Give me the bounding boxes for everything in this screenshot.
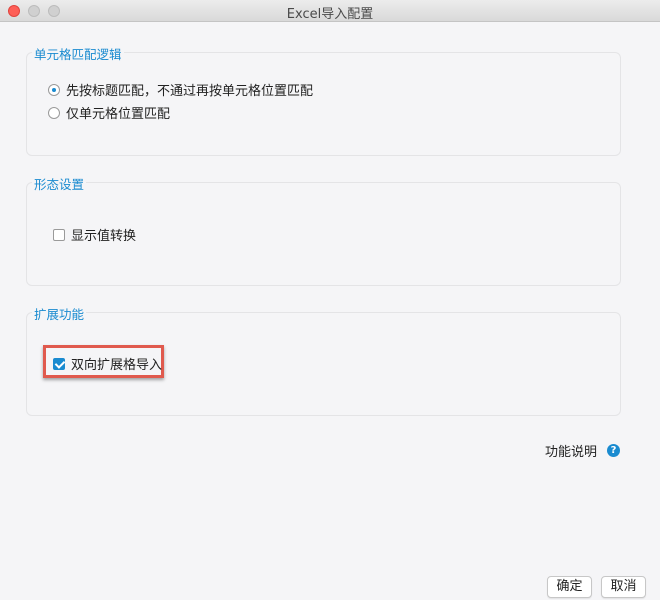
radio-label: 先按标题匹配，不通过再按单元格位置匹配: [66, 84, 314, 99]
form-settings-title: 形态设置: [32, 174, 87, 193]
help-link[interactable]: 功能说明 ?: [545, 441, 621, 460]
ok-button[interactable]: 确定: [547, 576, 592, 598]
bidirectional-import-option[interactable]: 双向扩展格导入: [53, 354, 162, 373]
display-value-convert-option[interactable]: 显示值转换: [53, 225, 136, 244]
radio-button[interactable]: [48, 106, 60, 119]
checkbox-label: 显示值转换: [71, 229, 137, 244]
checkbox-label: 双向扩展格导入: [71, 358, 163, 373]
cell-matching-title: 单元格匹配逻辑: [32, 44, 124, 63]
cancel-button[interactable]: 取消: [601, 576, 646, 598]
radio-label: 仅单元格位置匹配: [66, 107, 171, 122]
title-bar: Excel导入配置: [0, 0, 660, 22]
extension-title: 扩展功能: [32, 304, 87, 323]
question-circle-icon[interactable]: ?: [607, 444, 621, 457]
help-label[interactable]: 功能说明: [545, 441, 597, 460]
radio-match-title-first[interactable]: 先按标题匹配，不通过再按单元格位置匹配: [48, 80, 313, 99]
radio-match-position-only[interactable]: 仅单元格位置匹配: [48, 103, 170, 122]
checkbox-checked[interactable]: [53, 357, 65, 370]
window-title: Excel导入配置: [286, 7, 374, 22]
radio-button-selected[interactable]: [48, 83, 60, 96]
checkbox[interactable]: [53, 228, 65, 241]
